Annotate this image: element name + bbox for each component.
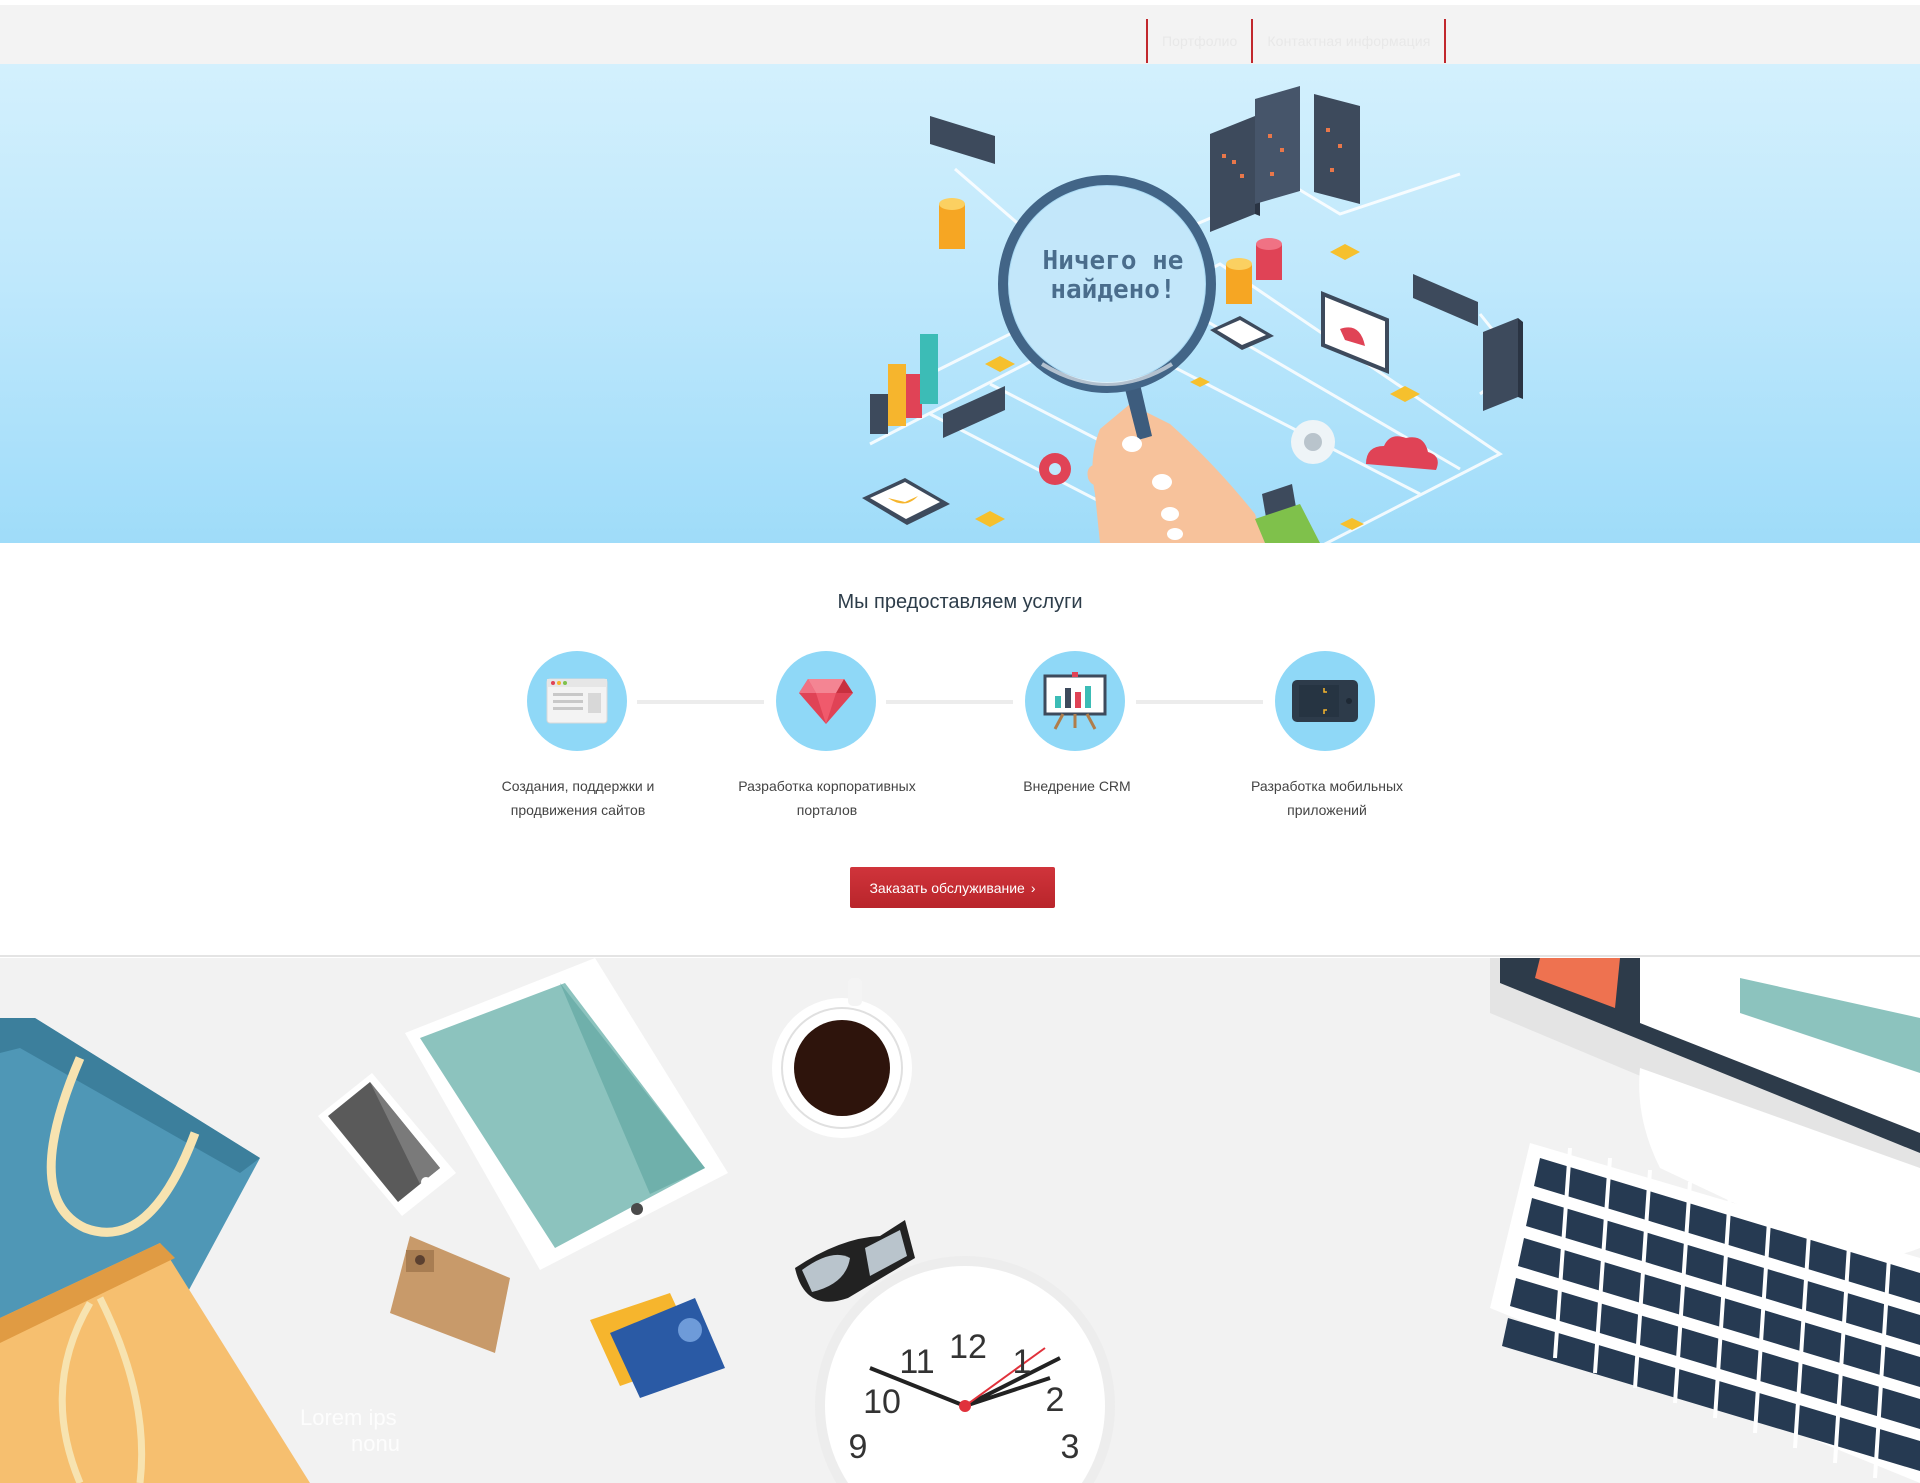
desk-illustration: 12 1 2 3 9 10 11 [0,958,1920,1483]
services-connector [886,700,1013,704]
not-found-line-1: Ничего не [1042,246,1184,276]
nav-item-contacts[interactable]: Контактная информация [1251,19,1447,63]
service-label-websites: Создания, поддержки и продвижения сайтов [473,774,683,822]
service-icon-websites[interactable] [527,651,627,751]
service-label-line: порталов [796,802,858,818]
service-label-line: приложений [1287,802,1367,818]
service-label-crm: Внедрение CRM [972,774,1182,798]
service-label-line: Разработка корпоративных [738,778,916,794]
not-found-line-2: найдено! [1050,275,1176,305]
services-title: Мы предоставляем услуги [837,591,1083,613]
smartphone-icon [1292,680,1358,722]
hero-banner: Ничего не найдено! [0,64,1920,543]
clock-number: 3 [1061,1428,1080,1466]
services-connector [1136,700,1263,704]
lorem-caption-line: Lorem ips [300,1405,397,1430]
services-section: Мы предоставляем услуги Создания, поддер… [0,543,1920,957]
clock-number: 1 [1013,1343,1032,1381]
service-label-line: Создания, поддержки и [501,778,655,794]
clock-number: 11 [899,1343,934,1381]
clock-number: 10 [863,1383,901,1421]
hero-illustration [862,86,1523,543]
order-service-button-label: Заказать обслуживание [869,879,1025,896]
service-icon-crm[interactable] [1025,651,1125,751]
ruby-gem-icon [799,679,853,724]
browser-window-icon [546,678,608,724]
service-label-portals: Разработка корпоративных порталов [722,774,932,822]
clock-number: 9 [849,1428,868,1466]
main-nav: Портфолио Контактная информация [1146,19,1447,63]
services-connector [637,700,764,704]
not-found-message: Ничего не найдено! [1038,247,1188,305]
service-label-line: Внедрение CRM [1023,778,1131,794]
clock-number: 2 [1046,1381,1065,1419]
presentation-chart-icon [1043,672,1107,730]
chevron-right-icon: › [1030,879,1036,896]
service-label-mobile: Разработка мобильных приложений [1222,774,1432,822]
service-label-line: продвижения сайтов [510,802,646,818]
lorem-caption: Lorem ips nonu [300,1405,400,1457]
desk-illustration-section: 12 1 2 3 9 10 11 Lorem ips nonu [0,958,1920,1483]
order-service-button[interactable]: Заказать обслуживание › [850,867,1055,908]
service-icon-portals[interactable] [776,651,876,751]
top-bar: Портфолио Контактная информация [0,5,1920,64]
service-icon-mobile[interactable] [1275,651,1375,751]
clock-number: 12 [949,1328,987,1366]
service-label-line: Разработка мобильных [1250,778,1404,794]
lorem-caption-line: nonu [351,1431,400,1456]
nav-item-portfolio[interactable]: Портфолио [1146,19,1251,63]
